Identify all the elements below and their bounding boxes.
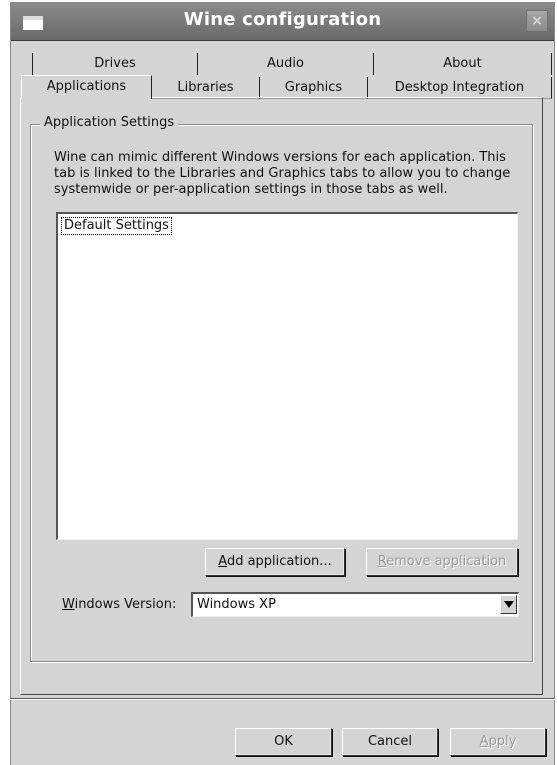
windows-version-value: Windows XP <box>197 597 276 612</box>
remove-application-label: emove application <box>386 554 507 569</box>
tab-audio[interactable]: Audio <box>198 53 374 75</box>
cancel-button[interactable]: Cancel <box>342 728 438 756</box>
apply-label: pply <box>488 734 517 749</box>
description-text: Wine can mimic different Windows version… <box>54 150 511 197</box>
apply-button[interactable]: Apply <box>450 728 546 756</box>
windows-version-select[interactable]: Windows XP <box>191 592 519 617</box>
tab-applications[interactable]: Applications <box>21 75 152 99</box>
tab-graphics[interactable]: Graphics <box>260 77 368 99</box>
group-title: Application Settings <box>40 114 179 132</box>
footer-separator <box>10 698 555 700</box>
add-application-label: dd application... <box>226 554 332 569</box>
tab-desktop-integration[interactable]: Desktop Integration <box>368 77 552 99</box>
tab-about[interactable]: About <box>374 53 552 75</box>
remove-application-button[interactable]: Remove application <box>366 548 518 576</box>
application-list[interactable]: Default Settings <box>56 212 518 540</box>
add-application-mnemonic: A <box>218 554 227 569</box>
windows-version-label-text: indows Version: <box>74 597 177 612</box>
tab-drives[interactable]: Drives <box>32 53 198 75</box>
windows-version-mnemonic: W <box>62 597 75 612</box>
remove-application-mnemonic: R <box>377 554 387 569</box>
ok-button[interactable]: OK <box>235 728 332 756</box>
tab-libraries[interactable]: Libraries <box>152 77 260 99</box>
add-application-button[interactable]: Add application... <box>205 548 345 576</box>
title-bar[interactable]: Wine configuration × <box>11 2 554 41</box>
windows-version-label: Windows Version: <box>62 597 176 613</box>
apply-mnemonic: A <box>479 734 489 749</box>
window-title: Wine configuration <box>183 9 382 30</box>
dropdown-arrow-icon[interactable] <box>500 595 517 614</box>
list-item-default-settings[interactable]: Default Settings <box>61 217 172 235</box>
close-button[interactable]: × <box>526 10 548 32</box>
